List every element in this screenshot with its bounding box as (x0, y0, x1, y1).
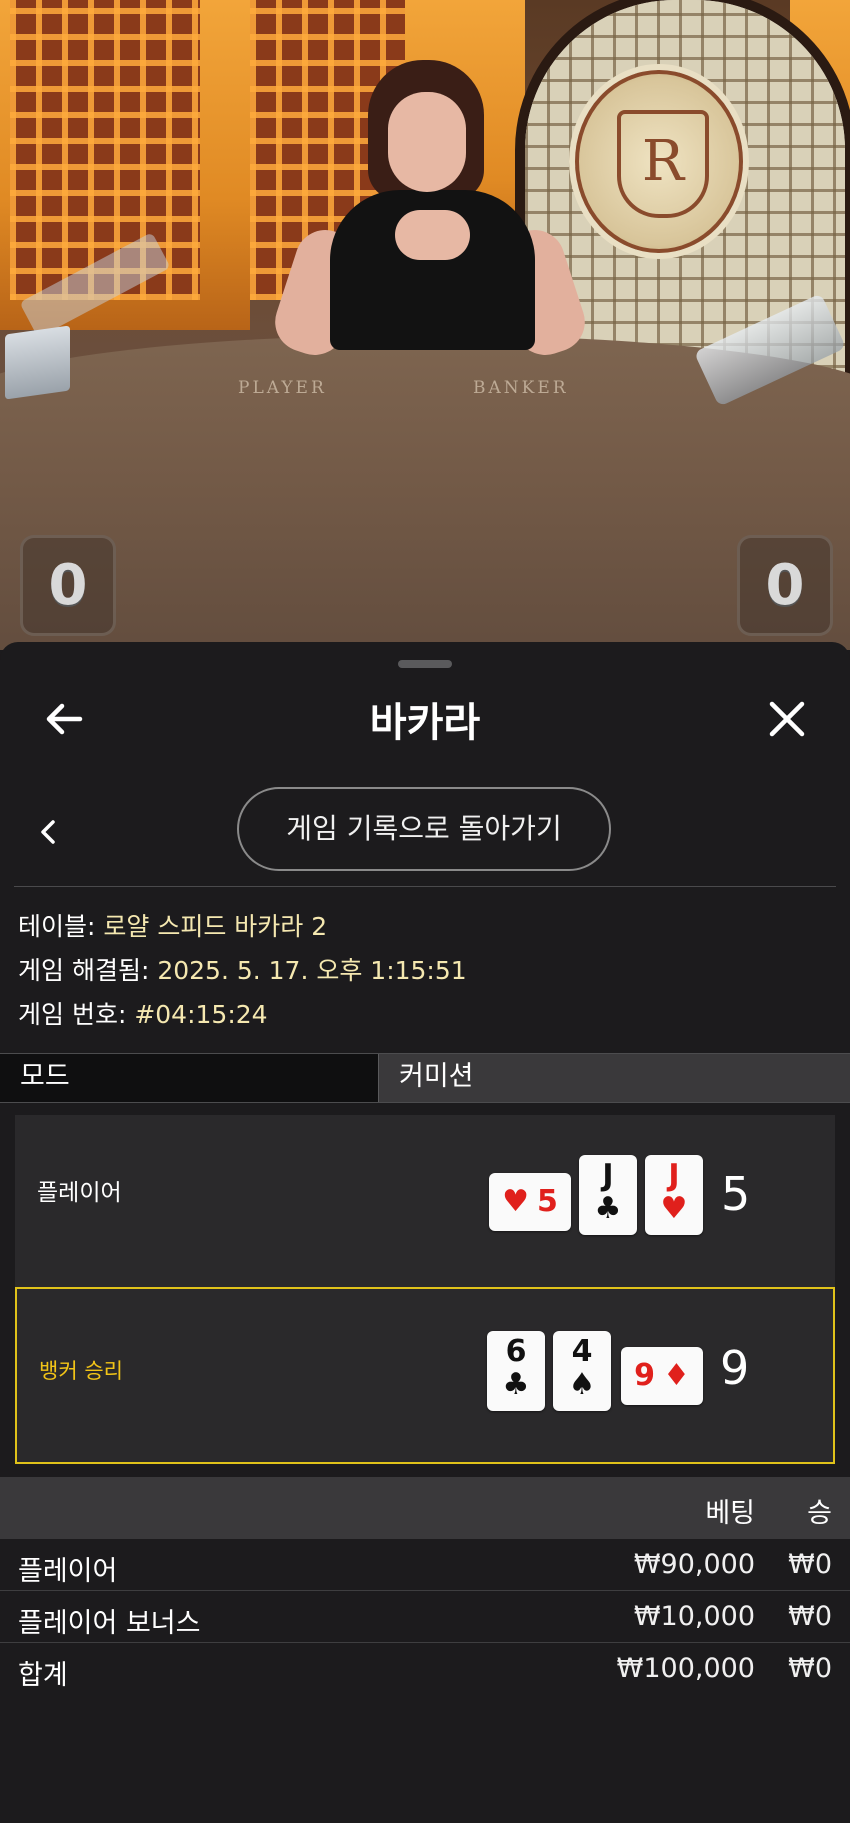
divider (14, 886, 836, 887)
banker-hand-total: 9 (720, 1341, 750, 1395)
card-suit: ♣ (502, 1367, 530, 1402)
bet-name: 플레이어 보너스 (18, 1608, 201, 1639)
total-bet-amount: ₩100,000 (616, 1653, 755, 1684)
card-rank: J (602, 1158, 614, 1193)
info-resolved-label: 게임 해결됨: (18, 956, 158, 985)
casino-logo-medallion: R (575, 70, 743, 253)
bet-name: 플레이어 (18, 1556, 118, 1587)
table-row: 플레이어 보너스 ₩10,000 ₩0 (0, 1591, 850, 1643)
card-suit: ♣ (594, 1191, 622, 1226)
banker-card-2: 4 ♠ (553, 1331, 611, 1411)
card-discard-stack (5, 325, 70, 400)
player-hand-row: 플레이어 ♥ 5 J ♣ J ♥ 5 (15, 1115, 835, 1290)
card-rank: 4 (571, 1334, 593, 1369)
table-label-banker: BANKER (473, 378, 569, 398)
bets-table-header: 베팅 승 (0, 1477, 850, 1539)
chevron-left-icon[interactable] (30, 814, 66, 850)
page-title: 바카라 (369, 700, 481, 746)
lattice-screen-left (10, 0, 200, 300)
player-hand-label: 플레이어 (37, 1180, 122, 1206)
bets-header-win: 승 (807, 1498, 832, 1529)
close-icon[interactable] (762, 694, 812, 744)
card-suit: ♦ (662, 1358, 690, 1393)
tab-commission[interactable]: 커미션 (378, 1054, 850, 1102)
card-rank: J (668, 1158, 680, 1193)
tab-mode[interactable]: 모드 (0, 1054, 378, 1102)
banker-card-3: 9 ♦ (621, 1347, 703, 1405)
bet-amount: ₩90,000 (633, 1549, 755, 1580)
info-resolved-value: 2025. 5. 17. 오후 1:15:51 (157, 956, 467, 985)
dealer-face (388, 92, 466, 192)
info-resolved: 게임 해결됨: 2025. 5. 17. 오후 1:15:51 (18, 951, 467, 987)
info-table-value: 로얄 스피드 바카라 2 (103, 912, 328, 941)
live-video-feed: R PLAYER BANKER 0 0 (0, 0, 850, 650)
drag-handle[interactable] (398, 660, 452, 668)
card-rank: 9 (634, 1358, 655, 1393)
player-hand-total: 5 (721, 1167, 751, 1221)
card-rank: 6 (505, 1334, 527, 1369)
card-suit: ♠ (568, 1367, 596, 1402)
bet-amount: ₩10,000 (633, 1601, 755, 1632)
total-win-amount: ₩0 (788, 1653, 832, 1684)
game-history-panel: 바카라 게임 기록으로 돌아가기 테이블: 로얄 스피드 바카라 2 게임 해결… (0, 642, 850, 1823)
table-row: 플레이어 ₩90,000 ₩0 (0, 1539, 850, 1591)
tab-bar: 모드 커미션 (0, 1053, 850, 1103)
logo-letter: R (617, 110, 709, 218)
info-game-number: 게임 번호: #04:15:24 (18, 995, 268, 1031)
banker-hand-row: 뱅커 승리 6 ♣ 4 ♠ 9 ♦ 9 (15, 1287, 835, 1464)
card-rank: 5 (537, 1184, 558, 1219)
banker-card-1: 6 ♣ (487, 1331, 545, 1411)
total-label: 합계 (18, 1660, 68, 1691)
player-card-1: ♥ 5 (489, 1173, 571, 1231)
bets-header-bet: 베팅 (705, 1498, 755, 1529)
info-table-label: 테이블: (18, 912, 104, 941)
banker-score-display: 0 (737, 535, 833, 636)
info-game-number-value: #04:15:24 (134, 1000, 268, 1029)
card-suit: ♥ (502, 1184, 530, 1219)
dealer-hands (395, 210, 470, 260)
player-card-2: J ♣ (579, 1155, 637, 1235)
win-amount: ₩0 (788, 1549, 832, 1580)
player-card-3: J ♥ (645, 1155, 703, 1235)
bets-total-row: 합계 ₩100,000 ₩0 (0, 1643, 850, 1695)
card-suit: ♥ (660, 1191, 688, 1226)
return-to-history-button[interactable]: 게임 기록으로 돌아가기 (237, 787, 611, 871)
info-table: 테이블: 로얄 스피드 바카라 2 (18, 907, 327, 943)
info-game-number-label: 게임 번호: (18, 1000, 135, 1029)
win-amount: ₩0 (788, 1601, 832, 1632)
table-label-player: PLAYER (238, 378, 327, 398)
player-score-display: 0 (20, 535, 116, 636)
banker-hand-label: 뱅커 승리 (39, 1359, 123, 1383)
